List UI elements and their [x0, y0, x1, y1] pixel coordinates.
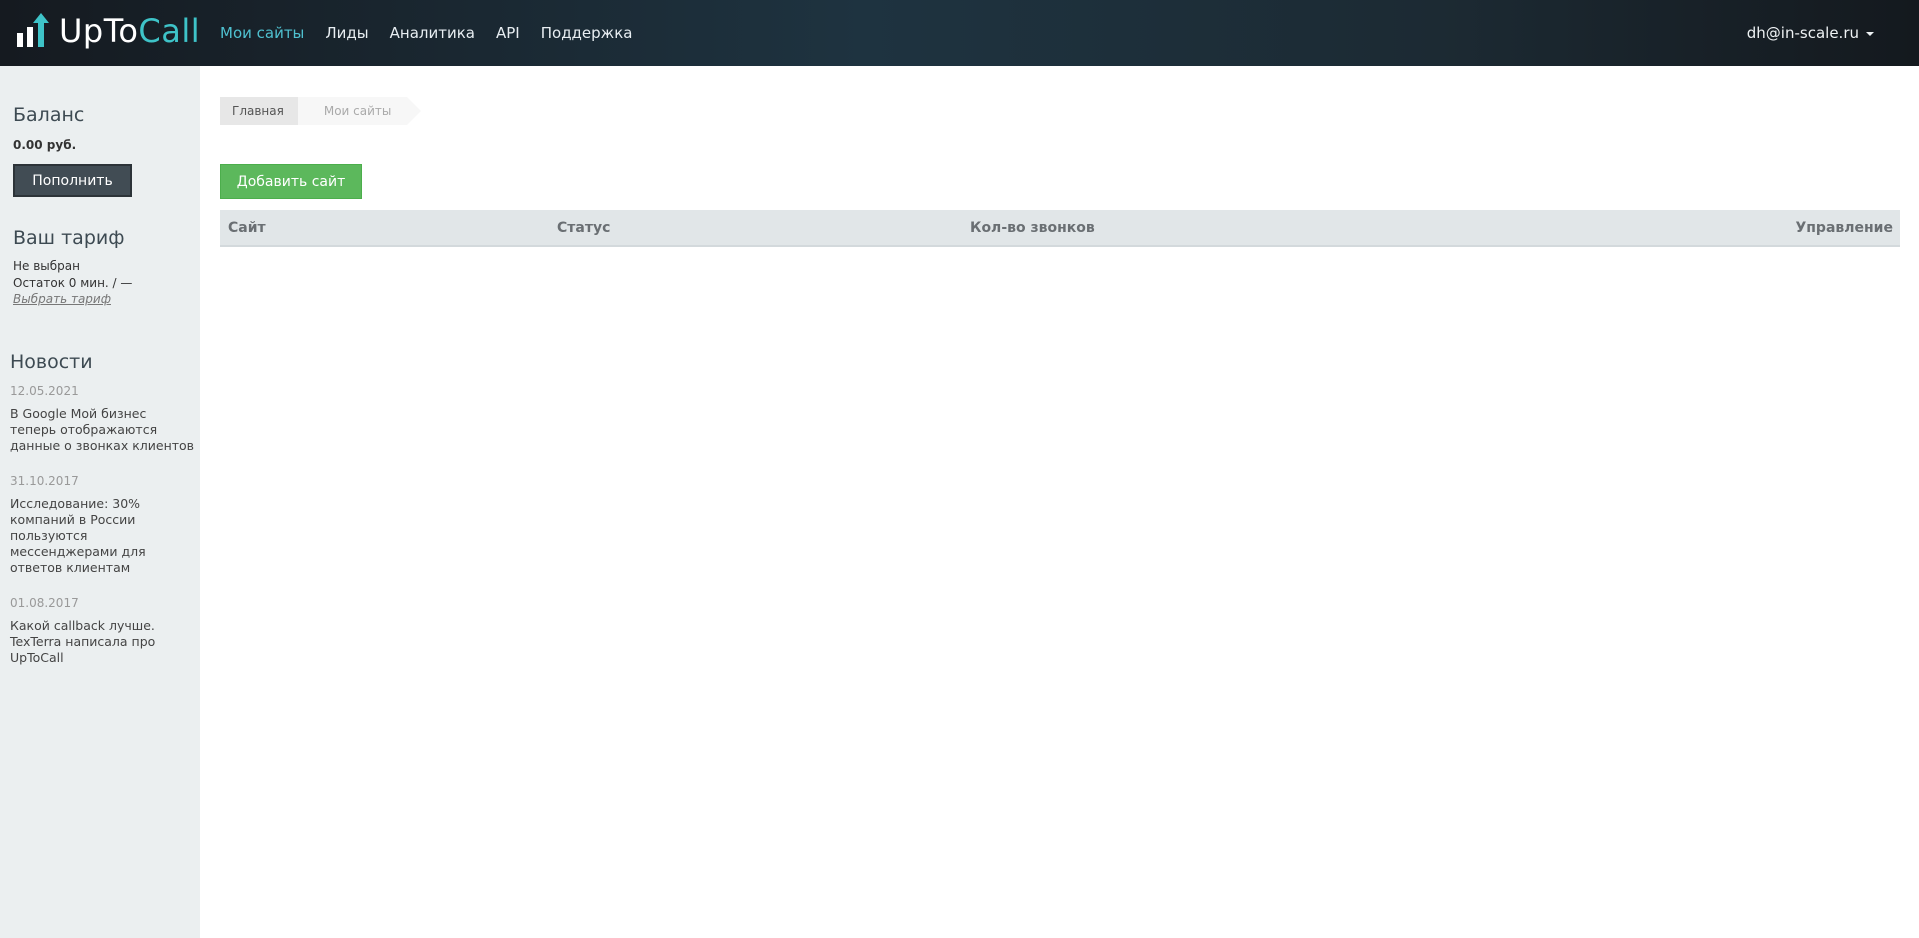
news-date: 01.08.2017: [10, 596, 79, 610]
tariff-section: Ваш тариф: [13, 229, 124, 248]
breadcrumb: Главная Мои сайты: [220, 97, 421, 125]
nav-leads[interactable]: Лиды: [325, 24, 368, 42]
breadcrumb-current: Мои сайты: [297, 97, 421, 125]
logo-text-up: UpTo: [59, 12, 139, 50]
tariff-title: Ваш тариф: [13, 227, 125, 249]
breadcrumb-home[interactable]: Главная: [220, 97, 312, 125]
sites-table-header: Сайт Статус Кол-во звонков Управление: [220, 210, 1900, 247]
tariff-status: Не выбран: [13, 259, 80, 273]
news-text[interactable]: В Google Мой бизнес теперь отображаются …: [10, 406, 195, 454]
tariff-remaining: Остаток 0 мин. / —: [13, 276, 133, 290]
news-date: 12.05.2021: [10, 384, 79, 398]
user-email: dh@in-scale.ru: [1746, 24, 1859, 42]
tariff-details: Не выбран Остаток 0 мин. / — Выбрать тар…: [13, 258, 132, 306]
logo-text: UpToCall: [59, 15, 200, 47]
news-item[interactable]: 31.10.2017 Исследование: 30% компаний в …: [10, 474, 195, 576]
caret-down-icon: [1866, 32, 1874, 36]
balance-title: Баланс: [13, 104, 85, 126]
news-section: Новости: [10, 353, 93, 372]
column-header-site[interactable]: Сайт: [228, 210, 266, 245]
news-text[interactable]: Какой callback лучше. TexTerra написала …: [10, 618, 195, 666]
news-text[interactable]: Исследование: 30% компаний в России поль…: [10, 496, 195, 576]
news-item[interactable]: 01.08.2017 Какой callback лучше. TexTerr…: [10, 596, 195, 666]
topup-button[interactable]: Пополнить: [13, 164, 132, 197]
news-title: Новости: [10, 351, 93, 373]
column-header-calls[interactable]: Кол-во звонков: [970, 210, 1095, 245]
main-nav: Мои сайты Лиды Аналитика API Поддержка: [220, 0, 653, 66]
top-navbar: UpToCall Мои сайты Лиды Аналитика API По…: [0, 0, 1919, 66]
news-date: 31.10.2017: [10, 474, 79, 488]
user-menu[interactable]: dh@in-scale.ru: [1747, 0, 1874, 66]
balance-value: 0.00 руб.: [13, 138, 77, 152]
balance-section: Баланс: [13, 106, 84, 125]
news-item[interactable]: 12.05.2021 В Google Мой бизнес теперь от…: [10, 384, 195, 454]
sidebar: Баланс 0.00 руб. Пополнить Ваш тариф Не …: [0, 66, 200, 938]
nav-analytics[interactable]: Аналитика: [390, 24, 475, 42]
choose-tariff-link[interactable]: Выбрать тариф: [13, 292, 132, 306]
nav-my-sites[interactable]: Мои сайты: [220, 24, 304, 42]
column-header-status[interactable]: Статус: [557, 210, 610, 245]
nav-api[interactable]: API: [496, 24, 520, 42]
news-list: 12.05.2021 В Google Мой бизнес теперь от…: [10, 384, 195, 686]
logo-text-call: Call: [138, 12, 201, 50]
column-header-manage: Управление: [1795, 219, 1893, 236]
add-site-button[interactable]: Добавить сайт: [220, 164, 362, 199]
nav-support[interactable]: Поддержка: [541, 24, 633, 42]
logo[interactable]: UpToCall: [15, 10, 200, 52]
logo-bars-icon: [17, 13, 49, 47]
